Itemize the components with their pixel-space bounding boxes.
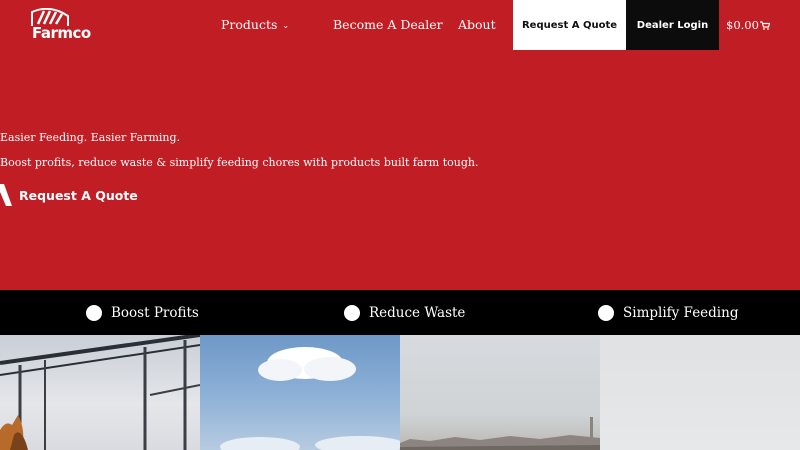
- logo-wordmark: Farmco: [32, 24, 91, 42]
- hero-cta-label: Request A Quote: [19, 187, 138, 203]
- benefit-simplify-feeding: Simplify Feeding: [598, 290, 738, 335]
- dealer-login-button[interactable]: Dealer Login: [626, 0, 719, 50]
- nav-become-dealer[interactable]: Become A Dealer: [333, 17, 443, 32]
- arrow-icon: [0, 184, 12, 206]
- bullet-dot-icon: [598, 304, 614, 321]
- nav-products[interactable]: Products ⌄: [221, 17, 289, 32]
- cart-total: $0.00: [726, 18, 759, 32]
- hero-tagline: Easier Feeding. Easier Farming.: [0, 131, 181, 144]
- bullet-dot-icon: [86, 304, 102, 321]
- farmco-logo[interactable]: Farmco: [30, 8, 91, 44]
- benefit-reduce-waste: Reduce Waste: [344, 290, 465, 335]
- benefit-label: Simplify Feeding: [623, 304, 739, 321]
- benefit-label: Boost Profits: [111, 304, 199, 321]
- hero-request-quote-button[interactable]: Request A Quote: [0, 184, 138, 206]
- cart-icon: [759, 21, 770, 30]
- cart-link[interactable]: $0.00: [726, 18, 770, 32]
- photo-sky-clouds: [200, 335, 400, 450]
- photo-foggy-sky: [600, 335, 800, 450]
- site-header: Farmco Products ⌄ Become A Dealer About R…: [0, 0, 800, 50]
- chevron-down-icon: ⌄: [282, 21, 290, 30]
- nav-about[interactable]: About: [458, 17, 496, 32]
- benefit-label: Reduce Waste: [369, 304, 466, 321]
- request-quote-button[interactable]: Request A Quote: [513, 0, 626, 50]
- benefit-boost-profits: Boost Profits: [86, 290, 199, 335]
- nav-products-label: Products: [221, 17, 278, 32]
- hero-subtitle: Boost profits, reduce waste & simplify f…: [0, 156, 479, 169]
- photo-town-skyline: [400, 335, 600, 450]
- bullet-dot-icon: [344, 304, 360, 321]
- photo-gallery: [0, 335, 800, 450]
- photo-feeder-structure: [0, 335, 200, 450]
- benefits-bar: Boost Profits Reduce Waste Simplify Feed…: [0, 290, 800, 335]
